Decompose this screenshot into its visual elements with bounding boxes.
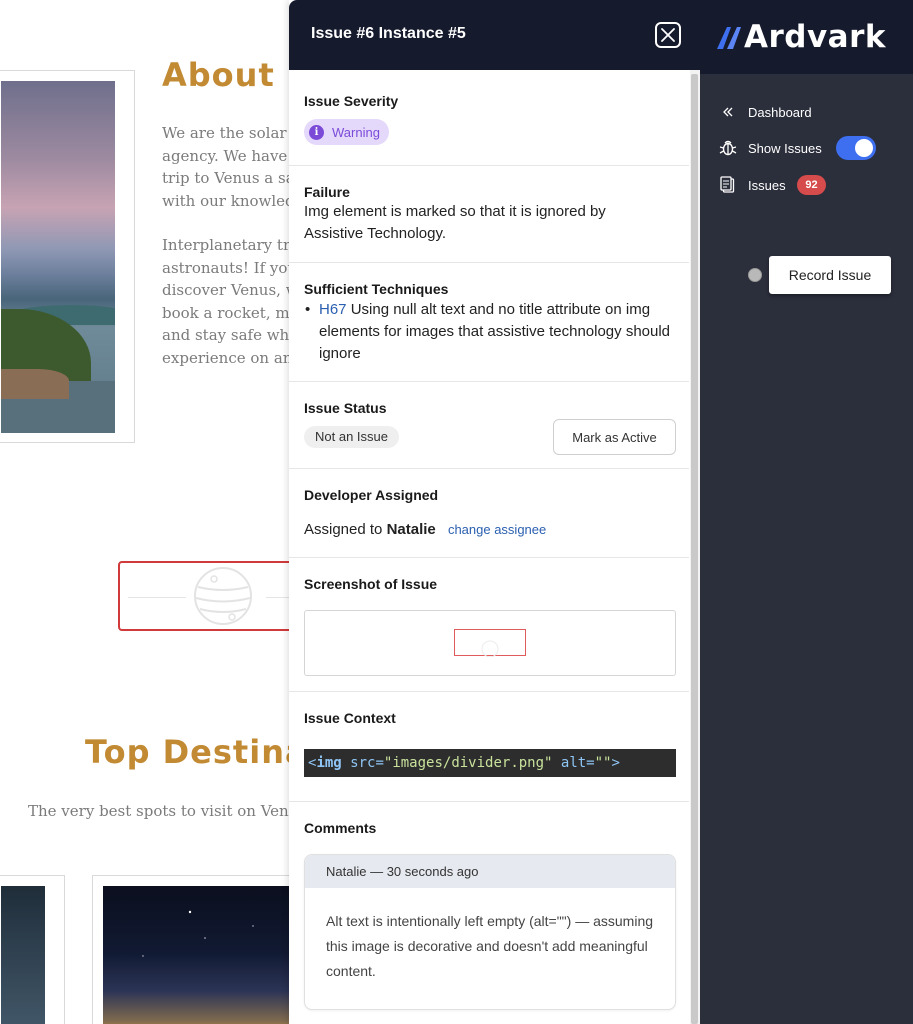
assigned-text: Assigned to Natalie change assignee: [304, 519, 689, 541]
hero-landscape-image: [1, 81, 115, 433]
issues-count-badge: 92: [797, 175, 826, 195]
code-token: >: [611, 755, 620, 771]
issue-screenshot-thumbnail[interactable]: [304, 610, 676, 676]
star-field-image: [142, 910, 254, 957]
sidebar-item-dashboard[interactable]: Dashboard: [718, 101, 812, 123]
about-line: We are the solar sy: [162, 124, 302, 142]
about-line: experience on and: [162, 348, 302, 367]
destination-card-photo[interactable]: [0, 875, 65, 1024]
sidebar-item-label: Dashboard: [748, 104, 812, 120]
context-section: Issue Context <img src="images/divider.p…: [289, 692, 689, 802]
severity-badge: i Warning: [304, 119, 389, 145]
techniques-list: H67 Using null alt text and no title att…: [304, 299, 689, 365]
sidebar-item-issues[interactable]: Issues: [718, 174, 786, 196]
planet-divider-icon: [481, 640, 499, 658]
status-badge: Not an Issue: [304, 426, 399, 448]
technique-description: Using null alt text and no title attribu…: [319, 301, 671, 362]
close-button[interactable]: [655, 22, 681, 48]
techniques-section: Sufficient Techniques H67 Using null alt…: [289, 263, 689, 382]
drawer-scrollbar-thumb[interactable]: [691, 74, 698, 1024]
severity-label: Warning: [332, 124, 380, 140]
screenshot-heading: Screenshot of Issue: [304, 576, 438, 592]
status-section: Issue Status Not an Issue Mark as Active: [289, 382, 689, 469]
planet-divider-icon: [194, 567, 252, 625]
code-token: "images/divider.png": [383, 755, 553, 771]
bug-icon: [718, 138, 738, 158]
technique-link[interactable]: H67: [319, 301, 347, 318]
failure-section: Failure Img element is marked so that it…: [289, 166, 689, 263]
drawer-header: Issue #6 Instance #5: [289, 0, 700, 70]
about-line: agency. We have th: [162, 146, 302, 165]
destinations-subtitle: The very best spots to visit on Venus,: [28, 802, 311, 820]
show-issues-toggle[interactable]: [836, 136, 876, 160]
destination-card-photo[interactable]: [92, 875, 302, 1024]
comment-body: Alt text is intentionally left empty (al…: [326, 913, 654, 979]
developer-section: Developer Assigned Assigned to Natalie c…: [289, 469, 689, 558]
assignee-name: Natalie: [386, 521, 436, 538]
sidebar-brand-bar: Ardvark: [700, 0, 913, 74]
assigned-prefix: Assigned to: [304, 521, 387, 538]
developer-heading: Developer Assigned: [304, 487, 439, 503]
ardvark-logo[interactable]: Ardvark: [716, 19, 886, 57]
brand-name: Ardvark: [744, 19, 887, 55]
info-icon: i: [309, 124, 324, 140]
failure-heading: Failure: [304, 184, 350, 200]
about-line: and stay safe while: [162, 326, 302, 344]
comment-card: Natalie — 30 seconds ago Alt text is int…: [304, 854, 676, 1010]
record-status-dot: [748, 268, 762, 282]
about-line: astronauts! If you: [162, 258, 298, 277]
code-token: alt=: [552, 755, 595, 771]
double-chevron-left-icon: [718, 102, 738, 122]
code-token: img: [316, 755, 342, 771]
failure-text: Img element is marked so that it is igno…: [304, 203, 606, 242]
severity-section: Issue Severity i Warning: [289, 70, 689, 166]
comment-separator: —: [366, 864, 387, 879]
about-line: trip to Venus a safe: [162, 169, 302, 187]
issue-detail-drawer: Issue #6 Instance #5 Issue Severity i Wa…: [289, 0, 700, 1024]
toggle-knob: [855, 139, 873, 157]
about-text: We are the solar sy agency. We have th t…: [162, 122, 302, 391]
comments-heading: Comments: [304, 820, 377, 836]
about-line: discover Venus, we: [162, 281, 302, 299]
sidebar-item-label: Show Issues: [748, 140, 822, 156]
screenshot-section: Screenshot of Issue: [289, 558, 689, 692]
comments-section: Comments Natalie — 30 seconds ago Alt te…: [289, 802, 689, 1024]
code-snippet: <img src="images/divider.png" alt="">: [304, 749, 676, 777]
hero-photo-frame: [0, 70, 135, 443]
status-heading: Issue Status: [304, 400, 387, 416]
about-line: book a rocket, mak: [162, 303, 302, 322]
ardvark-sidebar: Ardvark Dashboard Show Issues Issues 92 …: [700, 0, 913, 1024]
severity-heading: Issue Severity: [304, 93, 399, 109]
comment-time: 30 seconds ago: [386, 864, 479, 879]
about-line: with our knowledg: [162, 191, 302, 210]
screenshot-highlight: [454, 629, 526, 658]
change-assignee-link[interactable]: change assignee: [448, 522, 546, 537]
code-token: "": [594, 755, 612, 771]
highlighted-divider-image[interactable]: [118, 561, 308, 631]
context-heading: Issue Context: [304, 710, 396, 726]
comment-header: Natalie — 30 seconds ago: [305, 855, 675, 888]
code-token: src=: [341, 755, 384, 771]
clipboard-icon: [718, 175, 738, 195]
close-icon: [661, 28, 675, 42]
mark-as-active-button[interactable]: Mark as Active: [553, 419, 676, 455]
record-issue-button[interactable]: Record Issue: [769, 256, 891, 294]
list-item: H67 Using null alt text and no title att…: [304, 299, 674, 365]
comment-author: Natalie: [326, 864, 367, 879]
sidebar-item-label: Issues: [748, 177, 786, 193]
about-line: Interplanetary trav: [162, 236, 302, 254]
drawer-title: Issue #6 Instance #5: [311, 25, 466, 42]
techniques-heading: Sufficient Techniques: [304, 281, 449, 297]
sidebar-item-show-issues[interactable]: Show Issues: [718, 137, 822, 159]
